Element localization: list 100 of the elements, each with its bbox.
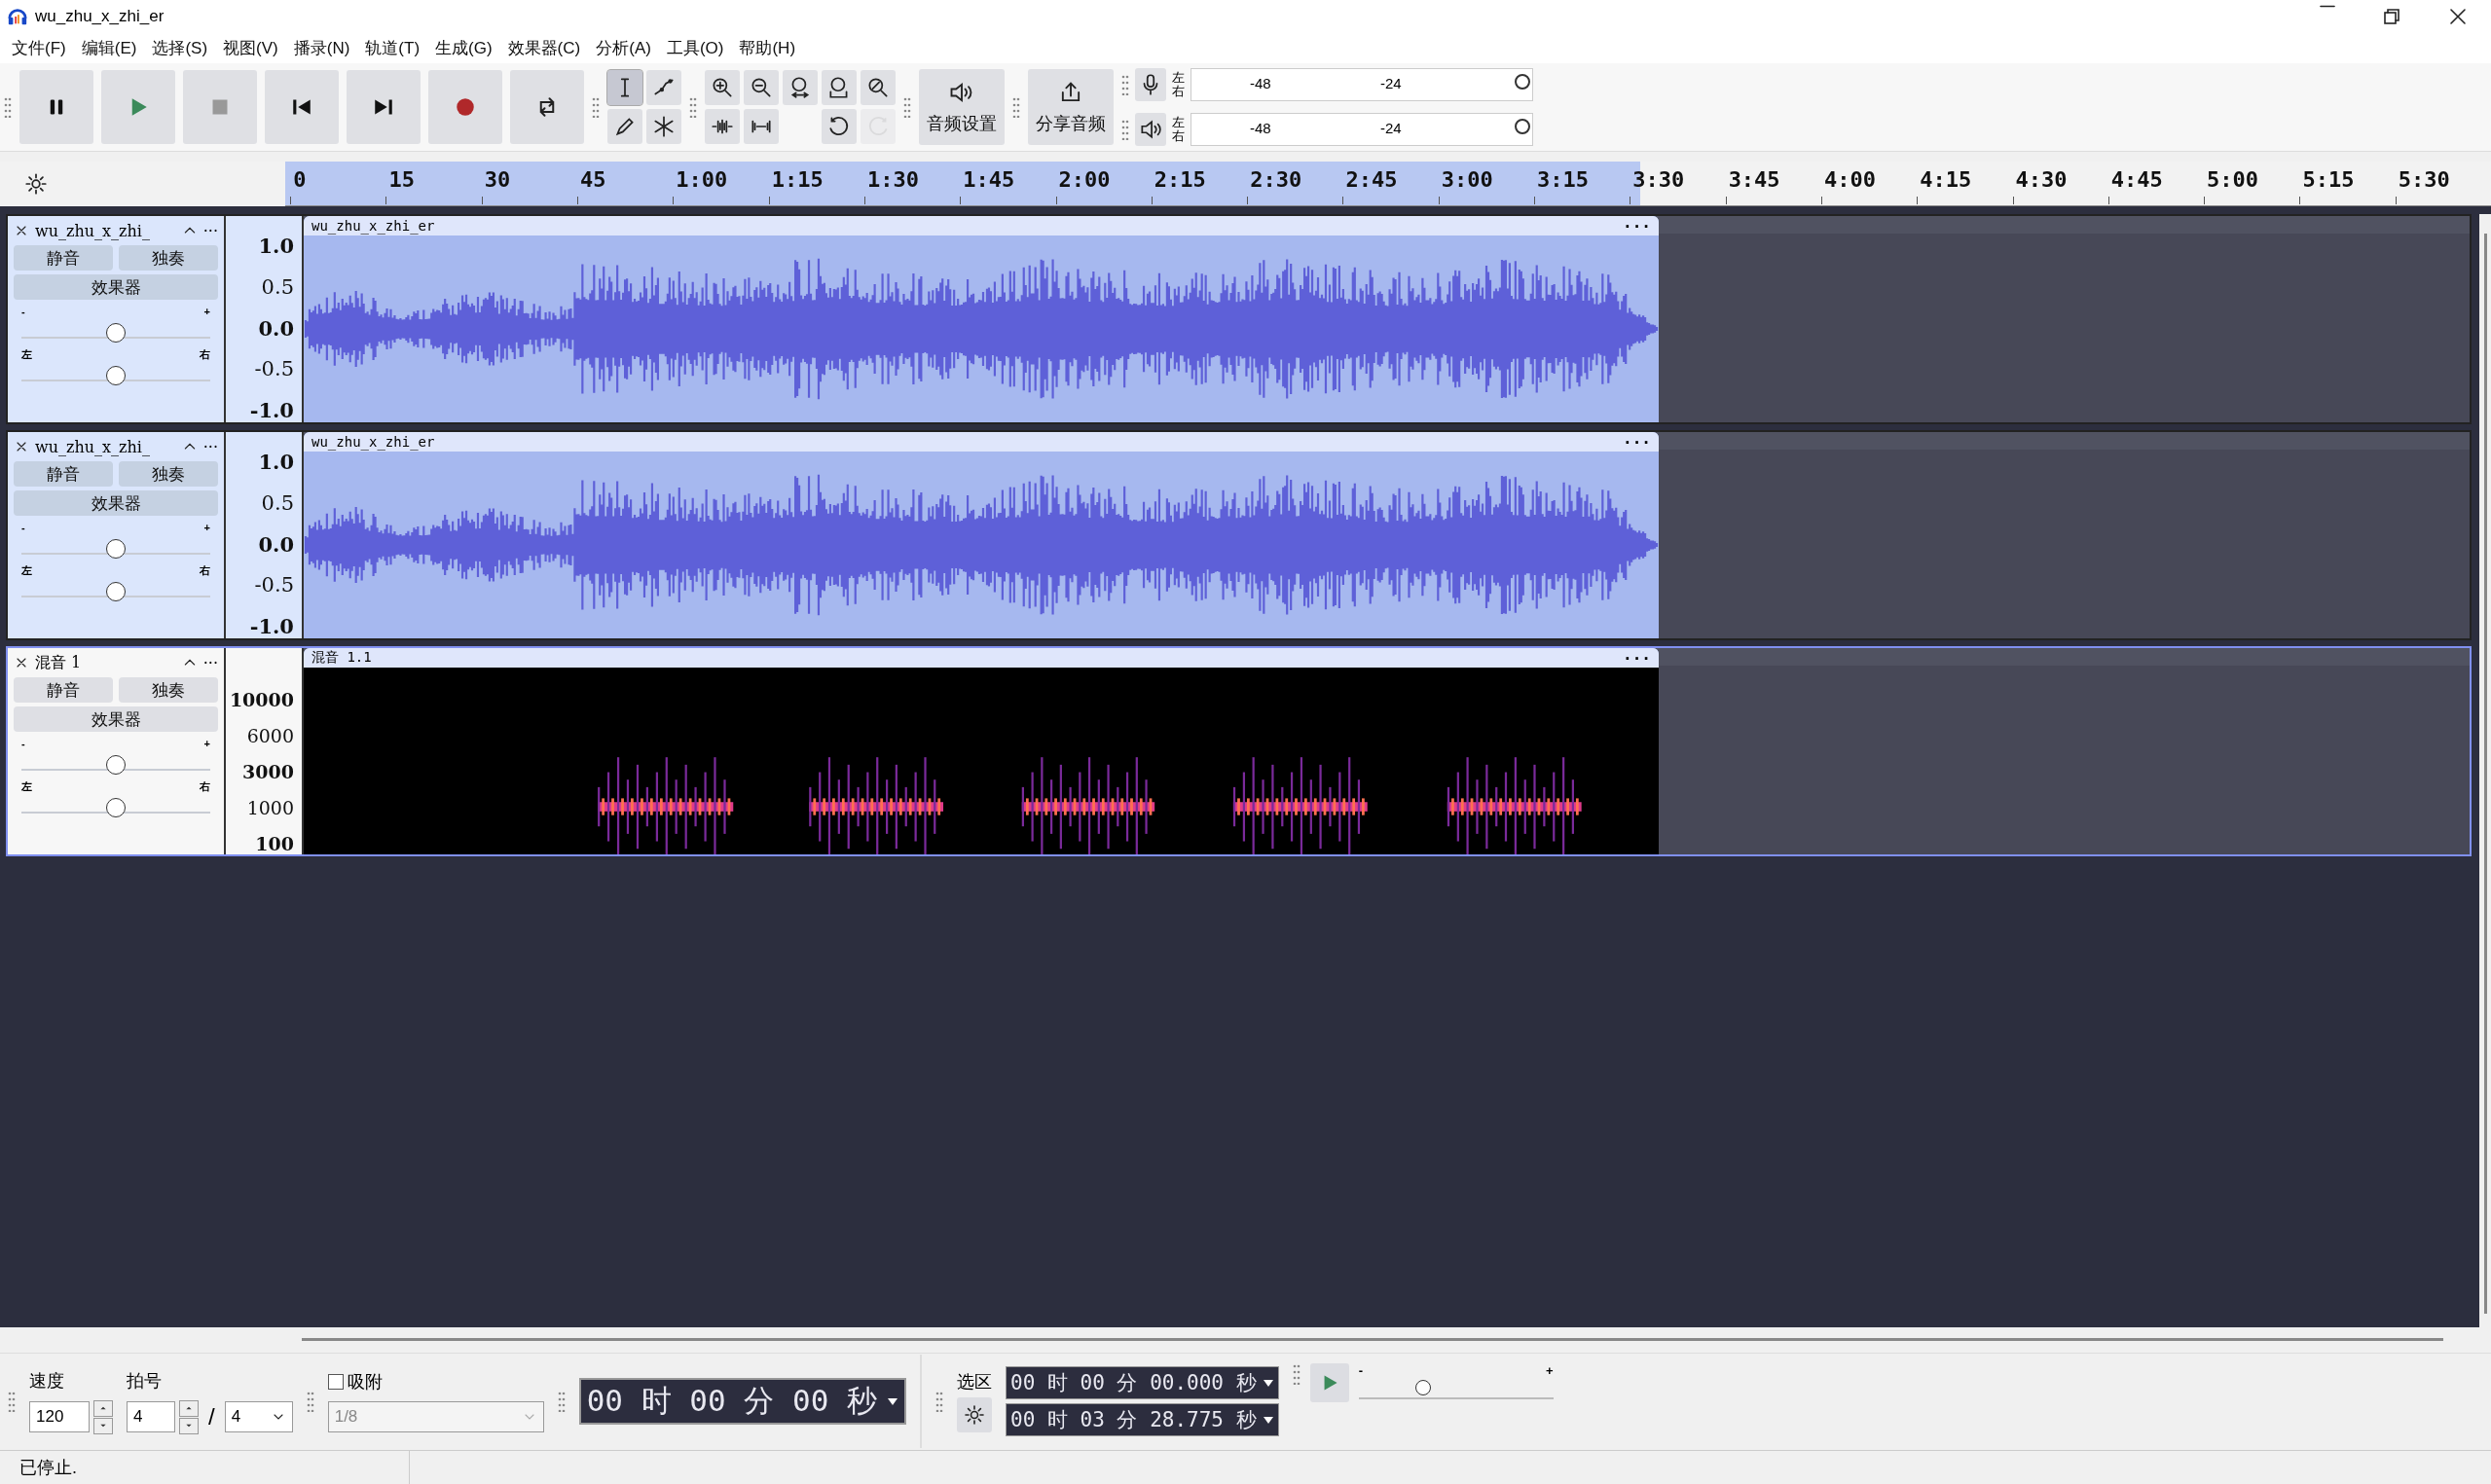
grip-handle-icon[interactable] <box>306 1391 314 1413</box>
fit-selection-button[interactable] <box>783 70 818 105</box>
zoom-out-button[interactable] <box>744 70 779 105</box>
slider-thumb[interactable] <box>1414 1379 1431 1395</box>
trim-button[interactable] <box>705 109 740 144</box>
solo-button[interactable]: 独奏 <box>119 245 218 271</box>
track-menu-button[interactable]: ··· <box>202 221 218 240</box>
slider-thumb[interactable] <box>1515 119 1530 134</box>
mute-button[interactable]: 静音 <box>14 245 113 271</box>
select-tool-button[interactable] <box>607 70 642 105</box>
solo-button[interactable]: 独奏 <box>119 677 218 703</box>
dropdown-arrow-icon[interactable] <box>1262 1378 1274 1389</box>
clip-menu-button[interactable]: ··· <box>1623 648 1651 668</box>
clip-name[interactable]: wu_zhu_x_zhi_er <box>311 434 435 450</box>
beat-unit-dropdown[interactable]: 4 <box>224 1401 293 1433</box>
dropdown-arrow-icon[interactable] <box>1262 1415 1274 1426</box>
record-button[interactable] <box>428 70 502 144</box>
zoom-toggle-button[interactable] <box>861 70 896 105</box>
grip-handle-icon[interactable] <box>557 1391 566 1413</box>
clip-name[interactable]: wu_zhu_x_zhi_er <box>311 218 435 234</box>
selection-start-field[interactable]: 00 时 00 分 00.000 秒 <box>1006 1366 1279 1400</box>
tempo-field[interactable]: 120 <box>29 1401 90 1433</box>
menu-item[interactable]: 分析(A) <box>588 36 659 59</box>
menu-item[interactable]: 视图(V) <box>215 36 286 59</box>
menu-item[interactable]: 生成(G) <box>427 36 500 59</box>
menu-item[interactable]: 效果器(C) <box>499 36 589 59</box>
menu-item[interactable]: 轨道(T) <box>357 36 428 59</box>
scale-label: 0.0 <box>258 315 294 341</box>
menu-item[interactable]: 工具(O) <box>658 36 732 59</box>
slider-thumb[interactable] <box>106 582 126 601</box>
grip-handle-icon[interactable] <box>1121 74 1129 95</box>
grip-handle-icon[interactable] <box>592 96 600 118</box>
time-display[interactable]: 00 时 00 分 00 秒 <box>578 1378 906 1426</box>
clip-menu-button[interactable]: ··· <box>1623 216 1651 235</box>
grip-handle-icon[interactable] <box>689 96 697 118</box>
grip-handle-icon[interactable] <box>8 1391 16 1413</box>
track-name[interactable]: wu_zhu_x_zhi_ <box>35 221 176 240</box>
clip-menu-button[interactable]: ··· <box>1623 432 1651 452</box>
draw-tool-button[interactable] <box>607 109 642 144</box>
grip-handle-icon[interactable] <box>935 1391 943 1413</box>
slider-thumb[interactable] <box>106 539 126 559</box>
status-text: 已停止. <box>19 1457 77 1479</box>
mute-button[interactable]: 静音 <box>14 677 113 703</box>
effects-button[interactable]: 效果器 <box>14 490 218 516</box>
menu-item[interactable]: 选择(S) <box>144 36 216 59</box>
multi-tool-button[interactable] <box>646 109 681 144</box>
track-name[interactable]: wu_zhu_x_zhi_ <box>35 437 176 456</box>
loop-button[interactable] <box>510 70 584 144</box>
grip-handle-icon[interactable] <box>1012 96 1020 118</box>
grip-handle-icon[interactable] <box>1121 119 1129 140</box>
fit-project-button[interactable] <box>822 70 857 105</box>
scale-label: 1.0 <box>258 450 294 474</box>
effects-button[interactable]: 效果器 <box>14 274 218 300</box>
pause-button[interactable] <box>19 70 93 144</box>
play-at-speed-button[interactable] <box>1309 1362 1349 1402</box>
slider-thumb[interactable] <box>106 366 126 385</box>
mute-button[interactable]: 静音 <box>14 461 113 487</box>
vertical-scrollbar[interactable] <box>2483 234 2487 1314</box>
beats-field[interactable]: 4 <box>127 1401 175 1433</box>
slider-thumb[interactable] <box>1515 74 1530 90</box>
undo-button[interactable] <box>822 109 857 144</box>
menu-item[interactable]: 编辑(E) <box>73 36 145 59</box>
timeline-label: 5:15 <box>2302 167 2355 192</box>
share-audio-button[interactable]: 分享音频 <box>1028 69 1114 145</box>
grip-handle-icon[interactable] <box>903 96 911 118</box>
timeline-label: 3:00 <box>1441 167 1493 192</box>
silence-button[interactable] <box>744 109 779 144</box>
skip-end-button[interactable] <box>347 70 421 144</box>
slider-label: 右 <box>200 564 210 576</box>
track-menu-button[interactable]: ··· <box>202 437 218 456</box>
effects-button[interactable]: 效果器 <box>14 706 218 732</box>
gear-icon <box>963 1403 986 1428</box>
audio-setup-button[interactable]: 音频设置 <box>919 69 1005 145</box>
grip-handle-icon[interactable] <box>1292 1362 1300 1385</box>
menu-item[interactable]: 播录(N) <box>285 36 358 59</box>
track-menu-button[interactable]: ··· <box>202 653 218 672</box>
skip-start-button[interactable] <box>265 70 339 144</box>
slider-label: - <box>21 522 25 533</box>
dropdown-arrow-icon[interactable] <box>887 1396 898 1407</box>
snap-checkbox[interactable] <box>327 1374 344 1391</box>
slider-thumb[interactable] <box>106 755 126 775</box>
menu-item[interactable]: 文件(F) <box>4 36 74 59</box>
timeline-label: 2:15 <box>1154 167 1206 192</box>
meter-tick-label: -48 <box>1250 120 1271 136</box>
selection-end-field[interactable]: 00 时 03 分 28.775 秒 <box>1006 1403 1279 1437</box>
gear-icon <box>23 171 49 197</box>
grip-handle-icon[interactable] <box>4 96 12 118</box>
timeline-label: 15 <box>388 167 415 192</box>
solo-button[interactable]: 独奏 <box>119 461 218 487</box>
clip-name[interactable]: 混音 1.1 <box>311 649 372 667</box>
zoom-in-button[interactable] <box>705 70 740 105</box>
slider-thumb[interactable] <box>106 323 126 343</box>
scale-label: -1.0 <box>249 614 294 638</box>
horizontal-scrollbar[interactable] <box>302 1338 2443 1342</box>
menu-item[interactable]: 帮助(H) <box>731 36 804 59</box>
tempo-label: 速度 <box>29 1369 65 1393</box>
play-button[interactable] <box>101 70 175 144</box>
track-name[interactable]: 混音 1 <box>35 652 176 673</box>
envelope-tool-button[interactable] <box>646 70 681 105</box>
slider-thumb[interactable] <box>106 798 126 817</box>
